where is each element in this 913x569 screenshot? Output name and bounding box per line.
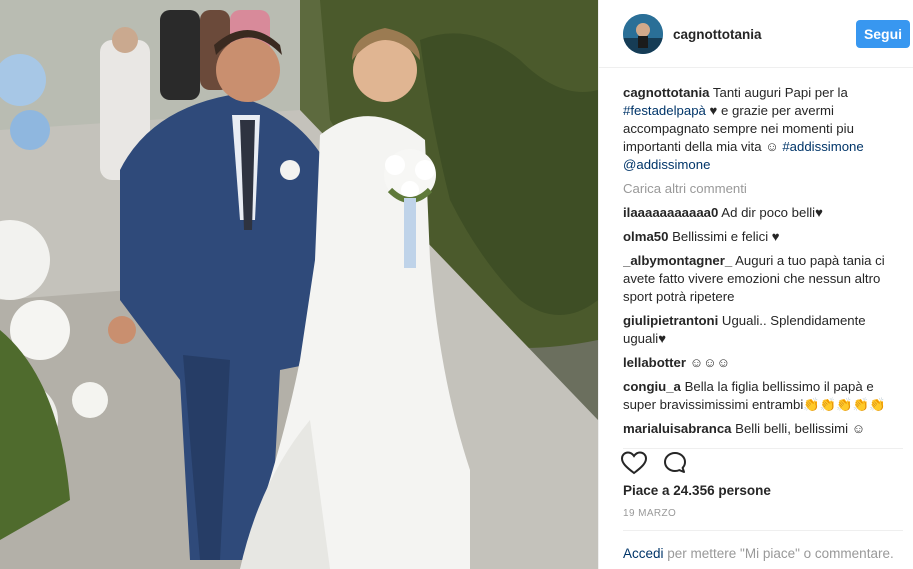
caption-username[interactable]: cagnottotania <box>623 85 709 100</box>
post-caption: cagnottotania Tanti auguri Papi per la #… <box>623 84 893 174</box>
comment-text: Belli belli, bellissimi ☺ <box>735 421 866 436</box>
comment-item: giulipietrantoni Uguali.. Splendidamente… <box>623 312 893 348</box>
load-more-comments[interactable]: Carica altri commenti <box>623 180 893 198</box>
comment-text: Bellissimi e felici ♥ <box>672 229 780 244</box>
wedding-photo-illustration <box>0 0 598 569</box>
comment-icon[interactable] <box>663 451 687 475</box>
login-prompt-text: per mettere "Mi piace" o commentare. <box>663 546 894 561</box>
header-username[interactable]: cagnottotania <box>673 27 762 42</box>
login-prompt: Accedi per mettere "Mi piace" o commenta… <box>623 530 903 563</box>
caption-hashtag-addissimone[interactable]: #addissimone <box>782 139 863 154</box>
caption-text-start: Tanti auguri Papi per la <box>712 85 848 100</box>
comment-username[interactable]: congiu_a <box>623 379 681 394</box>
login-link[interactable]: Accedi <box>623 546 664 561</box>
comment-item: ilaaaaaaaaaaa0 Ad dir poco belli♥ <box>623 204 893 222</box>
comment-username[interactable]: lellabotter <box>623 355 686 370</box>
caption-mention-addissimone[interactable]: @addissimone <box>623 157 710 172</box>
comment-username[interactable]: olma50 <box>623 229 668 244</box>
caption-hashtag-festadelpapa[interactable]: #festadelpapà <box>623 103 706 118</box>
heart-icon[interactable] <box>620 451 648 475</box>
comment-username[interactable]: marialuisabranca <box>623 421 732 436</box>
likes-count[interactable]: Piace a 24.356 persone <box>623 483 771 498</box>
follow-button[interactable]: Segui <box>856 20 910 48</box>
avatar-image <box>623 14 663 54</box>
comment-username[interactable]: ilaaaaaaaaaaa0 <box>623 205 718 220</box>
post-actions <box>620 448 903 478</box>
comment-item: _albymontagner_ Auguri a tuo papà tania … <box>623 252 893 306</box>
avatar[interactable] <box>623 14 663 54</box>
comments-list[interactable]: cagnottotania Tanti auguri Papi per la #… <box>623 84 893 436</box>
comment-text: ☺☺☺ <box>689 355 731 370</box>
post-header: cagnottotania Segui <box>599 0 913 68</box>
post-date[interactable]: 19 MARZO <box>623 508 676 519</box>
comment-item: marialuisabranca Belli belli, bellissimi… <box>623 420 893 436</box>
comment-text: Ad dir poco belli♥ <box>721 205 823 220</box>
comment-item: lellabotter ☺☺☺ <box>623 354 893 372</box>
post-photo[interactable] <box>0 0 598 569</box>
comment-item: olma50 Bellissimi e felici ♥ <box>623 228 893 246</box>
comment-username[interactable]: _albymontagner_ <box>623 253 732 268</box>
comment-item: congiu_a Bella la figlia bellissimo il p… <box>623 378 893 414</box>
comment-username[interactable]: giulipietrantoni <box>623 313 718 328</box>
post-sidebar: cagnottotania Segui cagnottotania Tanti … <box>598 0 913 569</box>
